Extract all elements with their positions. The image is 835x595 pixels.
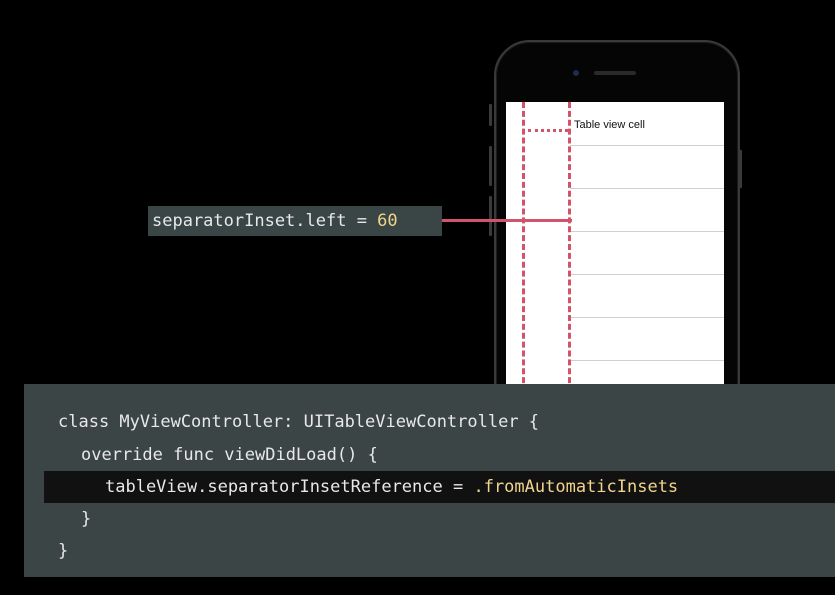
annotation-connector-line: [442, 219, 572, 222]
inset-value: 60: [377, 211, 398, 231]
cell-separator: [570, 145, 724, 146]
power-button: [739, 150, 742, 188]
inset-measure-line: [528, 129, 568, 132]
volume-up-button: [489, 146, 492, 186]
table-view-cell-label: Table view cell: [574, 119, 645, 131]
code-literal-value: .fromAutomaticInsets: [473, 477, 679, 497]
cell-separator: [570, 188, 724, 189]
table-view[interactable]: Table view cell: [506, 102, 724, 392]
cell-separator: [570, 317, 724, 318]
code-line-class-decl: class MyViewController: UITableViewContr…: [58, 412, 540, 432]
code-line-override: override func viewDidLoad() {: [81, 445, 378, 465]
front-camera: [573, 70, 579, 76]
code-line-close-class: }: [58, 541, 69, 561]
volume-down-button: [489, 196, 492, 236]
code-snippet-panel: class MyViewController: UITableViewContr…: [24, 384, 835, 577]
layout-margin-guide: [522, 102, 525, 392]
separator-inset-annotation: separatorInset.left = 60: [148, 206, 442, 236]
cell-separator: [570, 274, 724, 275]
cell-separator: [570, 360, 724, 361]
earpiece-speaker: [594, 71, 636, 75]
code-assignment: tableView.separatorInsetReference =: [105, 477, 474, 497]
cell-separator: [570, 231, 724, 232]
mute-switch: [489, 104, 492, 126]
separator-inset-guide: [568, 102, 571, 392]
code-line-highlighted: tableView.separatorInsetReference = .fro…: [44, 471, 835, 503]
code-line-close-func: }: [81, 509, 92, 529]
inset-property-text: separatorInset.left =: [152, 211, 378, 231]
